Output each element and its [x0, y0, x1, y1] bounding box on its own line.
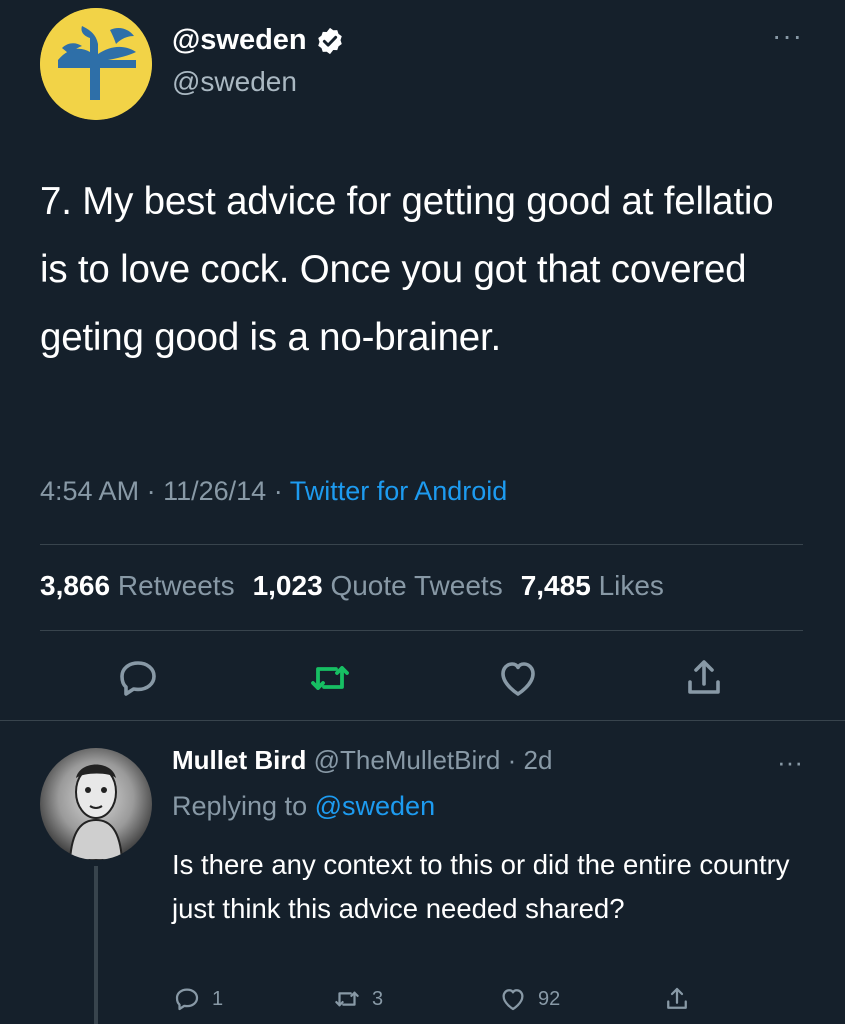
reply-like-action[interactable]: 92: [498, 984, 560, 1014]
reply-handle[interactable]: @TheMulletBird: [314, 745, 501, 775]
reply-display-name[interactable]: Mullet Bird: [172, 745, 306, 775]
retweet-icon[interactable]: [306, 654, 354, 702]
author-handle[interactable]: @sweden: [172, 66, 297, 98]
replying-to: Replying to @sweden: [172, 791, 435, 822]
reply-separator: ·: [500, 745, 524, 775]
retweet-icon: [335, 991, 359, 1007]
retweets-count: 3,866: [40, 570, 111, 601]
meta-separator: ·: [273, 476, 290, 506]
quotes-count: 1,023: [252, 570, 323, 601]
replying-mention[interactable]: @sweden: [315, 791, 435, 821]
retweet-count: 3: [372, 987, 384, 1010]
divider: [40, 544, 803, 545]
share-icon: [667, 987, 687, 1009]
retweets-stat[interactable]: 3,866 Retweets: [40, 570, 235, 602]
verified-badge-icon: [317, 27, 342, 54]
meta-separator: ·: [146, 476, 164, 506]
reply-reply-action[interactable]: 1: [172, 984, 223, 1014]
quotes-label: Quote Tweets: [330, 570, 503, 601]
tweet-action-bar: [0, 654, 845, 710]
likes-label: Likes: [598, 570, 664, 601]
reply-text: Is there any context to this or did the …: [172, 849, 790, 924]
reply-icon[interactable]: [114, 654, 162, 702]
avatar-illustration: [68, 764, 124, 860]
divider: [40, 630, 803, 631]
tweet-page: @sweden @sweden ··· 7. My best advice fo…: [0, 0, 845, 1024]
reply-retweet-action[interactable]: 3: [332, 984, 383, 1014]
quotes-stat[interactable]: 1,023 Quote Tweets: [253, 570, 503, 602]
reply-count: 1: [212, 987, 224, 1010]
likes-count: 7,485: [520, 570, 591, 601]
like-count: 92: [538, 987, 561, 1010]
more-options-icon[interactable]: ···: [772, 22, 803, 50]
tweet-source[interactable]: Twitter for Android: [290, 476, 508, 506]
reply-action-bar: 1 3 92: [0, 984, 845, 1018]
sweden-avatar[interactable]: [40, 8, 152, 120]
reply-header: Mullet Bird @TheMulletBird · 2d: [172, 745, 552, 776]
reply-age[interactable]: 2d: [523, 745, 552, 775]
divider: [0, 720, 845, 721]
tweet-meta: 4:54 AM · 11/26/14 · Twitter for Android: [40, 476, 507, 507]
replying-prefix: Replying to: [172, 791, 308, 821]
author-display-name[interactable]: @sweden: [172, 24, 307, 57]
reply-icon: [175, 988, 199, 1011]
share-icon[interactable]: [680, 654, 728, 702]
reply-more-options-icon[interactable]: ···: [777, 749, 803, 775]
tweet-time[interactable]: 4:54 AM: [40, 476, 139, 506]
like-icon: [502, 989, 524, 1011]
author-name[interactable]: @sweden: [172, 24, 345, 57]
like-icon[interactable]: [494, 654, 542, 702]
retweets-label: Retweets: [117, 570, 235, 601]
tweet-date[interactable]: 11/26/14: [163, 476, 266, 506]
likes-stat[interactable]: 7,485 Likes: [521, 570, 664, 602]
mullet-bird-avatar[interactable]: [40, 748, 152, 860]
tweet-stats: 3,866 Retweets 1,023 Quote Tweets 7,485 …: [40, 570, 664, 602]
tweet-text: 7. My best advice for getting good at fe…: [40, 180, 774, 359]
sweden-logo-icon: [40, 8, 152, 120]
reply-share-action[interactable]: [662, 984, 692, 1014]
